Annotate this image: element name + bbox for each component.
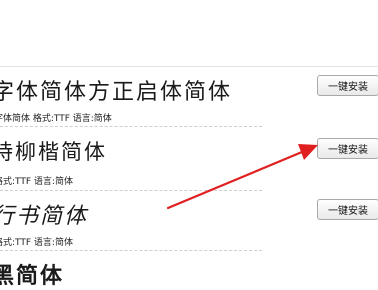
install-button[interactable]: 一键安装 [317, 75, 378, 96]
font-name: 字体简体方正启体简体 [0, 80, 233, 105]
install-button[interactable]: 一键安装 [317, 138, 378, 159]
font-meta: 字体简体 格式:TTF 语言:简体 [0, 114, 112, 124]
row-divider [0, 126, 262, 127]
install-button[interactable]: 一键安装 [317, 199, 378, 220]
font-name: 行书简体 [0, 204, 89, 229]
list-top-border [0, 66, 378, 67]
row-divider [0, 250, 262, 251]
font-name: 黑简体 [0, 264, 65, 289]
font-meta: 格式:TTF 语言:简体 [0, 177, 73, 187]
row-divider [0, 190, 262, 191]
font-meta: 格式:TTF 语言:简体 [0, 238, 73, 248]
font-name: 诗柳楷简体 [0, 140, 107, 164]
arrow-head [298, 144, 318, 160]
arrow-shaft [166, 150, 304, 210]
